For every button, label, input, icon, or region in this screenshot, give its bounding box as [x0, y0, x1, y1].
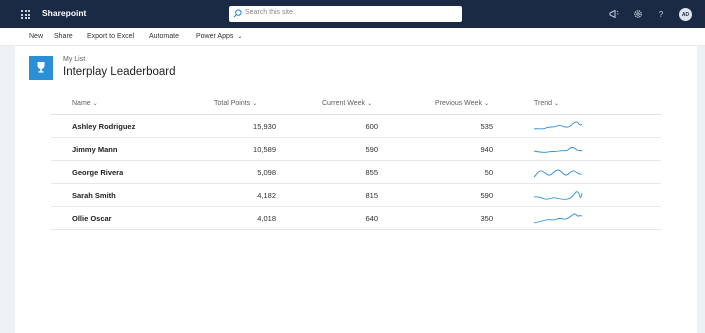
current-week-cell: 640 — [365, 214, 378, 223]
previous-week-cell: 940 — [480, 145, 493, 154]
trend-sparkline — [533, 147, 583, 153]
search-input[interactable]: Search this site — [245, 9, 293, 16]
list-icon — [29, 56, 53, 80]
column-header-previous-week[interactable]: Previous Week ⌄ — [435, 100, 489, 107]
previous-week-cell: 535 — [480, 122, 493, 131]
name-cell: Ollie Oscar — [72, 214, 112, 223]
table-row[interactable]: Jimmy Mann 10,589 590 940 — [51, 138, 661, 161]
column-header-current-week[interactable]: Current Week ⌄ — [322, 100, 372, 107]
table-row[interactable]: Ashley Rodriguez 15,930 600 535 — [51, 115, 661, 138]
current-week-cell: 815 — [365, 191, 378, 200]
previous-week-cell: 590 — [480, 191, 493, 200]
total-points-cell: 15,930 — [253, 122, 276, 131]
column-header-label: Name — [72, 100, 91, 107]
app-name[interactable]: Sharepoint — [42, 8, 86, 18]
total-points-cell: 10,589 — [253, 145, 276, 154]
export-to-excel-button[interactable]: Export to Excel — [87, 33, 134, 40]
search-box[interactable]: Search this site — [229, 6, 462, 22]
command-bar: New Share Export to Excel Automate Power… — [0, 28, 705, 46]
trend-sparkline — [533, 121, 583, 130]
trend-sparkline — [533, 169, 583, 178]
chevron-down-icon: ⌄ — [252, 101, 258, 107]
total-points-cell: 4,182 — [257, 191, 276, 200]
megaphone-icon[interactable] — [607, 7, 621, 21]
list-subtitle: My List — [63, 56, 86, 63]
settings-icon[interactable] — [631, 7, 645, 21]
name-cell: Jimmy Mann — [72, 145, 118, 154]
column-header-name[interactable]: Name ⌄ — [72, 100, 98, 107]
current-week-cell: 600 — [365, 122, 378, 131]
name-cell: Ashley Rodriguez — [72, 122, 136, 131]
column-header-label: Total Points — [214, 100, 251, 107]
current-week-cell: 855 — [365, 168, 378, 177]
power-apps-button[interactable]: Power Apps ⌄ — [196, 33, 242, 40]
total-points-cell: 5,098 — [257, 168, 276, 177]
column-header-label: Current Week — [322, 100, 366, 107]
chevron-down-icon: ⌄ — [92, 101, 98, 107]
suite-bar: Sharepoint Search this site ? AD — [0, 0, 705, 28]
share-button[interactable]: Share — [54, 33, 73, 40]
total-points-cell: 4,018 — [257, 214, 276, 223]
chevron-down-icon: ⌄ — [483, 101, 489, 107]
power-apps-label: Power Apps — [196, 33, 234, 40]
table-row[interactable]: Sarah Smith 4,182 815 590 — [51, 184, 661, 207]
new-button[interactable]: New — [29, 33, 43, 40]
trophy-icon — [37, 62, 45, 73]
previous-week-cell: 350 — [480, 214, 493, 223]
search-icon — [233, 9, 242, 18]
name-cell: Sarah Smith — [72, 191, 116, 200]
help-icon[interactable]: ? — [654, 7, 668, 21]
page-title: Interplay Leaderboard — [63, 66, 176, 78]
column-header-total-points[interactable]: Total Points ⌄ — [214, 100, 257, 107]
avatar[interactable]: AD — [679, 8, 692, 21]
name-cell: George Rivera — [72, 168, 124, 177]
previous-week-cell: 50 — [484, 168, 493, 177]
column-header-label: Trend — [534, 100, 553, 107]
trend-sparkline — [533, 191, 583, 200]
table-row[interactable]: Ollie Oscar 4,018 640 350 — [51, 207, 661, 230]
table-row[interactable]: George Rivera 5,098 855 50 — [51, 161, 661, 184]
column-header-label: Previous Week — [435, 100, 482, 107]
chevron-down-icon: ⌄ — [367, 101, 373, 107]
automate-button[interactable]: Automate — [149, 33, 179, 40]
column-header-trend[interactable]: Trend ⌄ — [534, 100, 559, 107]
chevron-down-icon: ⌄ — [554, 101, 560, 107]
chevron-down-icon: ⌄ — [237, 34, 243, 40]
current-week-cell: 590 — [365, 145, 378, 154]
waffle-icon[interactable] — [21, 10, 30, 19]
trend-sparkline — [533, 213, 583, 224]
